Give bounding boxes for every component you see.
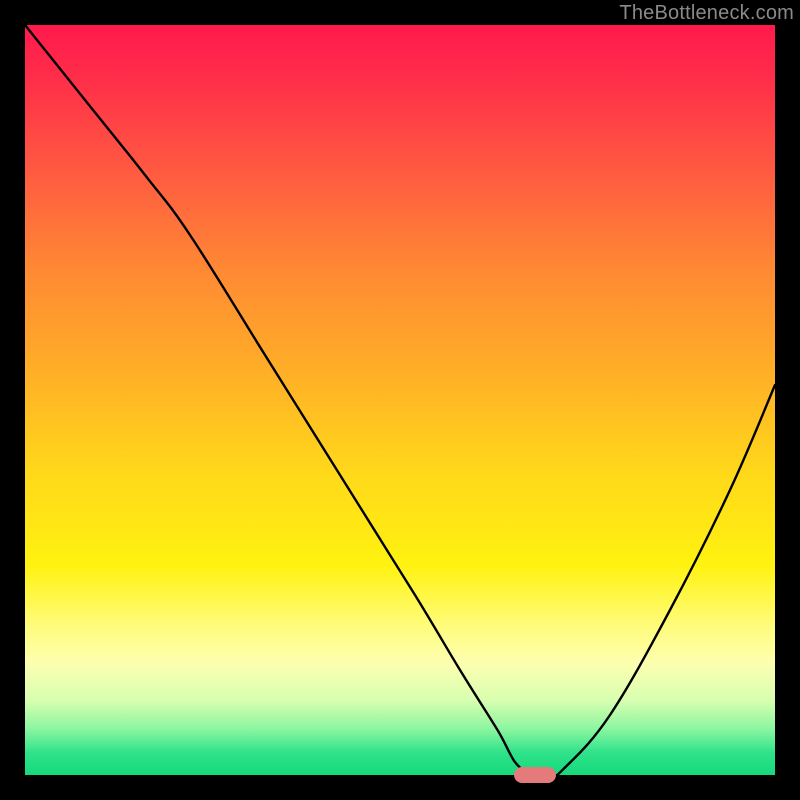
plot-area: [25, 25, 775, 775]
bottleneck-curve: [25, 25, 775, 775]
optimal-point-marker: [514, 767, 556, 783]
bottleneck-curve-path: [25, 25, 775, 775]
watermark-text: TheBottleneck.com: [619, 2, 794, 25]
chart-frame: TheBottleneck.com: [0, 0, 800, 800]
